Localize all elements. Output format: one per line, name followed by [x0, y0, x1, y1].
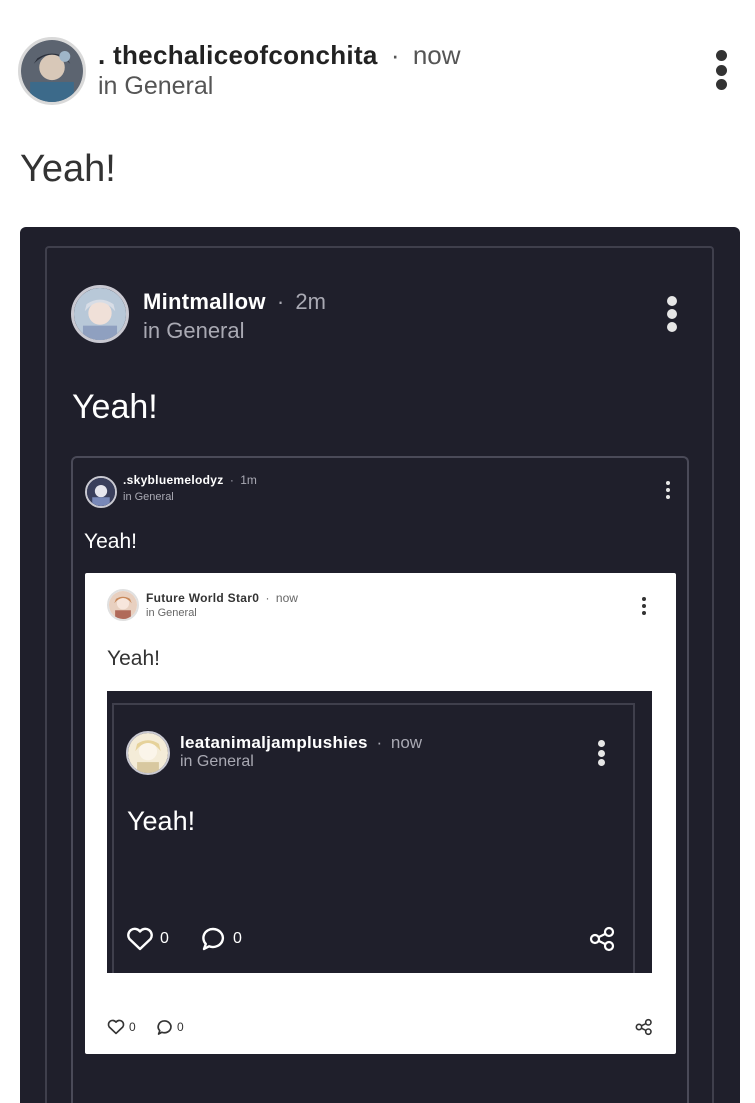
kebab-menu-icon[interactable] — [666, 296, 678, 332]
avatar[interactable] — [18, 37, 86, 105]
kebab-menu-icon[interactable] — [714, 50, 728, 90]
share-button[interactable] — [589, 926, 616, 952]
community-label[interactable]: in General — [180, 753, 254, 771]
kebab-menu-icon[interactable] — [641, 597, 647, 615]
avatar[interactable] — [126, 731, 170, 775]
post-header: Mintmallow · 2m — [143, 289, 326, 315]
avatar[interactable] — [85, 476, 117, 508]
avatar-image — [21, 40, 83, 102]
comment-count: 0 — [177, 1020, 184, 1034]
community-label[interactable]: in General — [143, 318, 245, 344]
post-header: leatanimaljamplushies · now — [180, 733, 422, 753]
community-label[interactable]: in General — [146, 607, 197, 619]
comment-button[interactable]: 0 — [200, 926, 242, 952]
comment-button[interactable]: 0 — [156, 1018, 184, 1036]
community-label[interactable]: in General — [98, 72, 213, 101]
post-time: 1m — [240, 473, 257, 487]
post-time: now — [412, 40, 461, 70]
comment-icon — [157, 1019, 172, 1035]
post-header: . thechaliceofconchita · now — [98, 40, 461, 71]
like-count: 0 — [129, 1020, 136, 1034]
meta-separator: · — [276, 289, 285, 314]
post-body: Yeah! — [20, 148, 116, 190]
like-button[interactable]: 0 — [126, 926, 169, 952]
share-icon — [635, 1018, 652, 1036]
share-icon — [589, 926, 615, 952]
comment-count: 0 — [233, 930, 242, 947]
author-name[interactable]: Future World Star0 — [146, 591, 259, 605]
post-time: 2m — [295, 289, 326, 314]
post-time: now — [390, 733, 423, 752]
author-name[interactable]: leatanimaljamplushies — [180, 733, 368, 752]
meta-separator: · — [390, 40, 400, 70]
post-body: Yeah! — [127, 806, 196, 836]
kebab-menu-icon[interactable] — [597, 740, 605, 766]
like-count: 0 — [160, 930, 169, 947]
author-name[interactable]: .skybluemelodyz — [123, 473, 224, 487]
avatar-image — [87, 478, 115, 506]
avatar-image — [74, 288, 126, 340]
like-button[interactable]: 0 — [107, 1018, 136, 1036]
post-body: Yeah! — [72, 388, 158, 426]
meta-separator: · — [229, 473, 234, 487]
post-time: now — [275, 591, 298, 605]
heart-icon — [127, 927, 153, 951]
post-header: .skybluemelodyz · 1m — [123, 473, 257, 487]
post-body: Yeah! — [107, 647, 160, 670]
share-button[interactable] — [635, 1018, 653, 1036]
avatar-image — [128, 733, 168, 773]
author-name[interactable]: . thechaliceofconchita — [98, 40, 378, 70]
community-label[interactable]: in General — [123, 491, 174, 503]
kebab-menu-icon[interactable] — [665, 481, 671, 499]
avatar[interactable] — [107, 589, 139, 621]
post-header: Future World Star0 · now — [146, 591, 298, 605]
avatar-image — [109, 591, 137, 619]
meta-separator: · — [376, 733, 383, 752]
heart-icon — [107, 1019, 125, 1035]
avatar[interactable] — [71, 285, 129, 343]
meta-separator: · — [265, 591, 270, 605]
author-name[interactable]: Mintmallow — [143, 289, 266, 314]
post-body: Yeah! — [84, 530, 137, 553]
comment-icon — [202, 927, 225, 951]
